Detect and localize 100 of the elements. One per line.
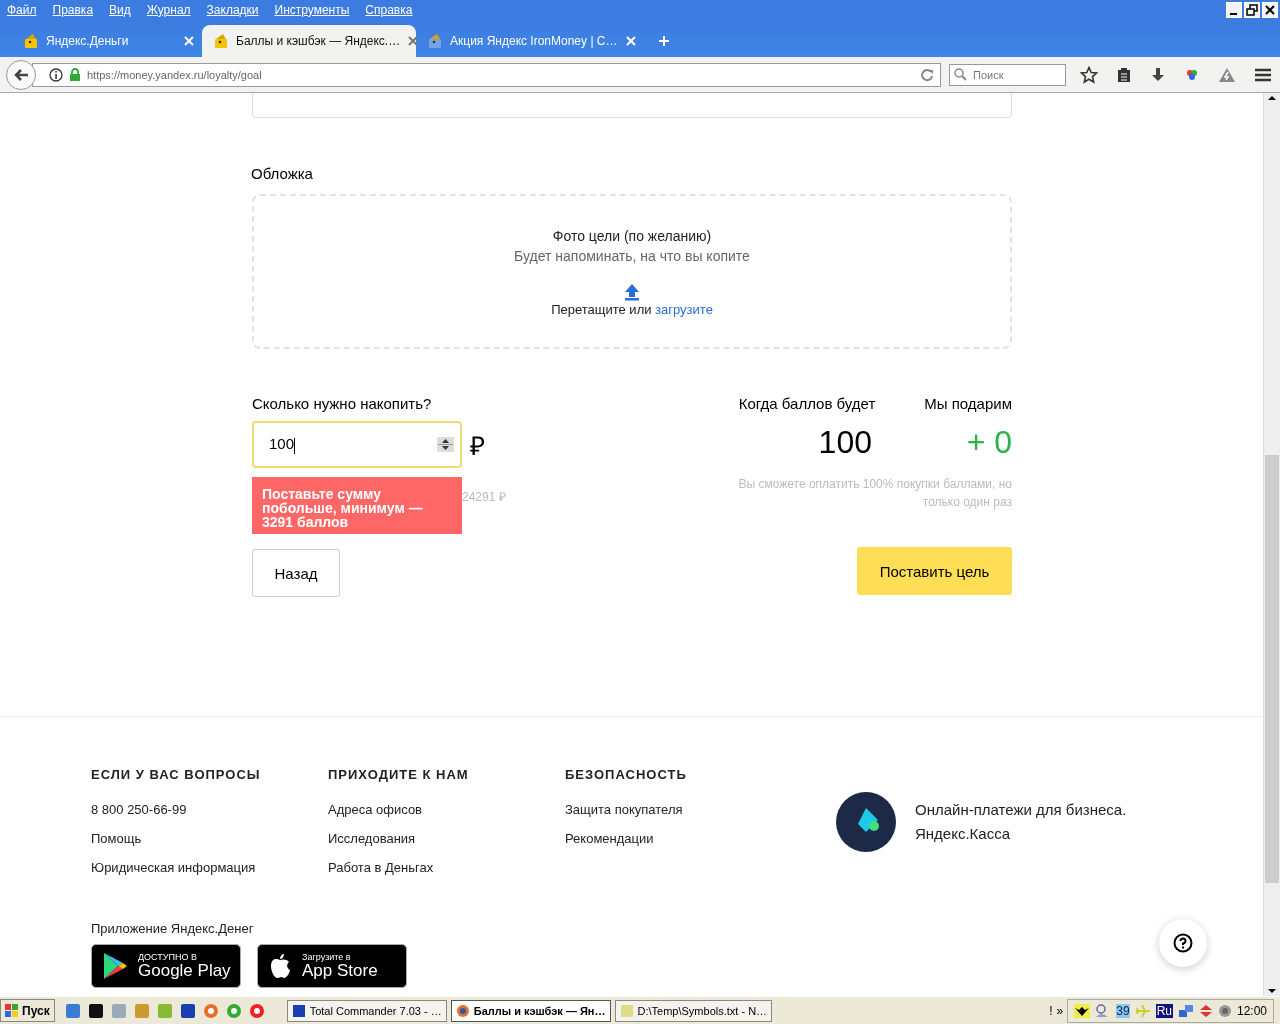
menu-item[interactable]: Правка [52,3,94,17]
badge-caption: Загрузите в [302,953,352,962]
currency-sign: ₽ [470,429,485,463]
new-tab-icon[interactable] [657,34,670,47]
window-title: D:\Temp\Symbols.txt - N… [637,1004,768,1017]
scrollbar-thumb[interactable] [1265,455,1279,883]
terminal-icon[interactable] [87,1002,104,1019]
notepad-icon [619,1003,634,1018]
footer-link[interactable]: Защита покупателя [565,802,802,817]
badge-caption: ДОСТУПНО В [138,953,198,962]
search-field[interactable]: Поиск [949,63,1066,86]
badge-title: Google Play [138,962,231,979]
restore-icon[interactable] [1244,2,1260,18]
windows-logo-icon [5,1003,19,1018]
set-goal-button[interactable]: Поставить цель [857,547,1012,595]
tab-title: Акция Яндекс IronMoney | С… [450,34,618,48]
search-placeholder: Поиск [973,68,1004,81]
lock-icon [69,68,81,81]
browser-icon[interactable] [248,1002,265,1019]
kassa-text[interactable]: Онлайн-платежи для бизнеса. [915,798,1127,822]
menu-item[interactable]: Файл [7,3,37,17]
wallet-icon [214,33,228,49]
help-button[interactable] [1159,919,1207,967]
back-arrow-icon [13,67,29,82]
menu-item[interactable]: Справка [365,3,413,17]
amount-input[interactable]: 100 [252,421,462,468]
taskbar-window-button[interactable]: D:\Temp\Symbols.txt - N… [614,999,773,1022]
points-label: Когда баллов будет [738,395,876,412]
window-title: Total Commander 7.03 - … [309,1004,442,1017]
clipboard-icon[interactable] [1116,66,1132,83]
drop-text: Перетащите или загрузите [551,302,713,317]
menu-item[interactable]: Закладки [206,3,259,17]
spinner-icon[interactable] [437,437,454,452]
bat-icon[interactable] [1074,1003,1091,1018]
search-icon [954,68,967,81]
taskbar-window-button[interactable]: Total Commander 7.03 - … [286,999,447,1022]
note-text: Вы сможете оплатить 100% покупки баллами, но только один раз [737,476,1012,511]
arrows-icon[interactable] [1198,1003,1213,1018]
language-indicator[interactable]: Ru [1155,1003,1173,1018]
browser-tab[interactable]: Акция Яндекс IronMoney | С… [416,25,644,57]
store-badge[interactable]: ДОСТУПНО В Google Play [91,944,241,988]
footer-link[interactable]: 8 800 250-66-99 [91,802,328,817]
footer-link[interactable]: Помощь [91,831,328,846]
download-icon[interactable] [1150,66,1166,83]
apple-icon [268,952,292,980]
footer-heading: ЕСЛИ У ВАС ВОПРОСЫ [91,767,262,782]
store-badge[interactable]: Загрузите в App Store [257,944,407,988]
browser-tab[interactable]: Баллы и кэшбэк — Яндекс.… [202,25,416,57]
start-button[interactable]: Пуск [0,999,55,1022]
tray-alert[interactable]: ! [1049,1003,1053,1018]
wallet-icon [24,33,38,49]
browser-icon [455,1003,470,1018]
triangle-icon[interactable] [1218,66,1236,83]
badge-title: App Store [302,962,378,979]
question-icon [1173,933,1193,953]
back-button[interactable]: Назад [252,549,340,597]
star-icon[interactable] [1080,65,1098,84]
footer-link[interactable]: Юридическая информация [91,860,328,875]
drop-zone[interactable]: Фото цели (по желанию) Будет напоминать, на что вы копите Перетащите или загрузите [252,194,1012,349]
tray-counter[interactable]: 39 [1116,1003,1130,1018]
menu-icon[interactable] [1254,66,1272,83]
minimize-icon[interactable] [1226,2,1242,18]
browser-icon[interactable] [202,1002,219,1019]
footer-heading: БЕЗОПАСНОСТЬ [565,767,688,782]
tray-expand[interactable]: » [1056,1003,1064,1018]
tab-title: Баллы и кэшбэк — Яндекс.… [236,34,401,48]
play-icon [102,952,128,980]
input-value: 100 [269,435,297,454]
back-button[interactable] [6,59,36,90]
tab-title: Яндекс.Деньги [46,34,130,48]
kassa-logo-icon[interactable] [836,792,896,852]
info-icon [49,67,63,82]
upload-icon [623,283,641,301]
error-tooltip: Поставьте сумму побольше, минимум — 3291 баллов [252,477,462,534]
browser-tab[interactable]: Яндекс.Деньги [12,25,202,57]
footer-link[interactable]: Рекомендации [565,831,802,846]
browser-icon[interactable] [225,1002,242,1019]
clock: 12:00 [1236,1003,1267,1018]
scrollbar[interactable] [1263,93,1280,996]
app-icon[interactable] [64,1002,81,1019]
menu-item[interactable]: Инструменты [274,3,350,17]
footer-link[interactable]: Работа в Деньгах [328,860,565,875]
menu-item[interactable]: Журнал [146,3,191,17]
footer-link[interactable]: Адреса офисов [328,802,565,817]
window-title: Баллы и кэшбэк — Ян… [473,1004,606,1017]
speaker-icon[interactable] [1217,1003,1232,1018]
url-text: https://money.yandex.ru/loyalty/goal [87,68,263,81]
app-label: Приложение Яндекс.Денег [91,921,254,936]
address-bar[interactable]: https://money.yandex.ru/loyalty/goal [32,62,941,87]
upload-link[interactable]: загрузите [655,302,713,317]
amount-label: Сколько нужно накопить? [252,395,433,412]
gift-value: + 0 [965,424,1012,461]
network-icon[interactable] [1177,1003,1194,1018]
reload-icon[interactable] [920,67,934,82]
kassa-text[interactable]: Яндекс.Касса [915,822,1127,846]
menu-item[interactable]: Вид [109,3,131,17]
footer-link[interactable]: Исследования [328,831,565,846]
points-value: 100 [817,424,872,461]
taskbar-window-button[interactable]: Баллы и кэшбэк — Ян… [450,999,611,1022]
wallet-icon [428,33,442,49]
